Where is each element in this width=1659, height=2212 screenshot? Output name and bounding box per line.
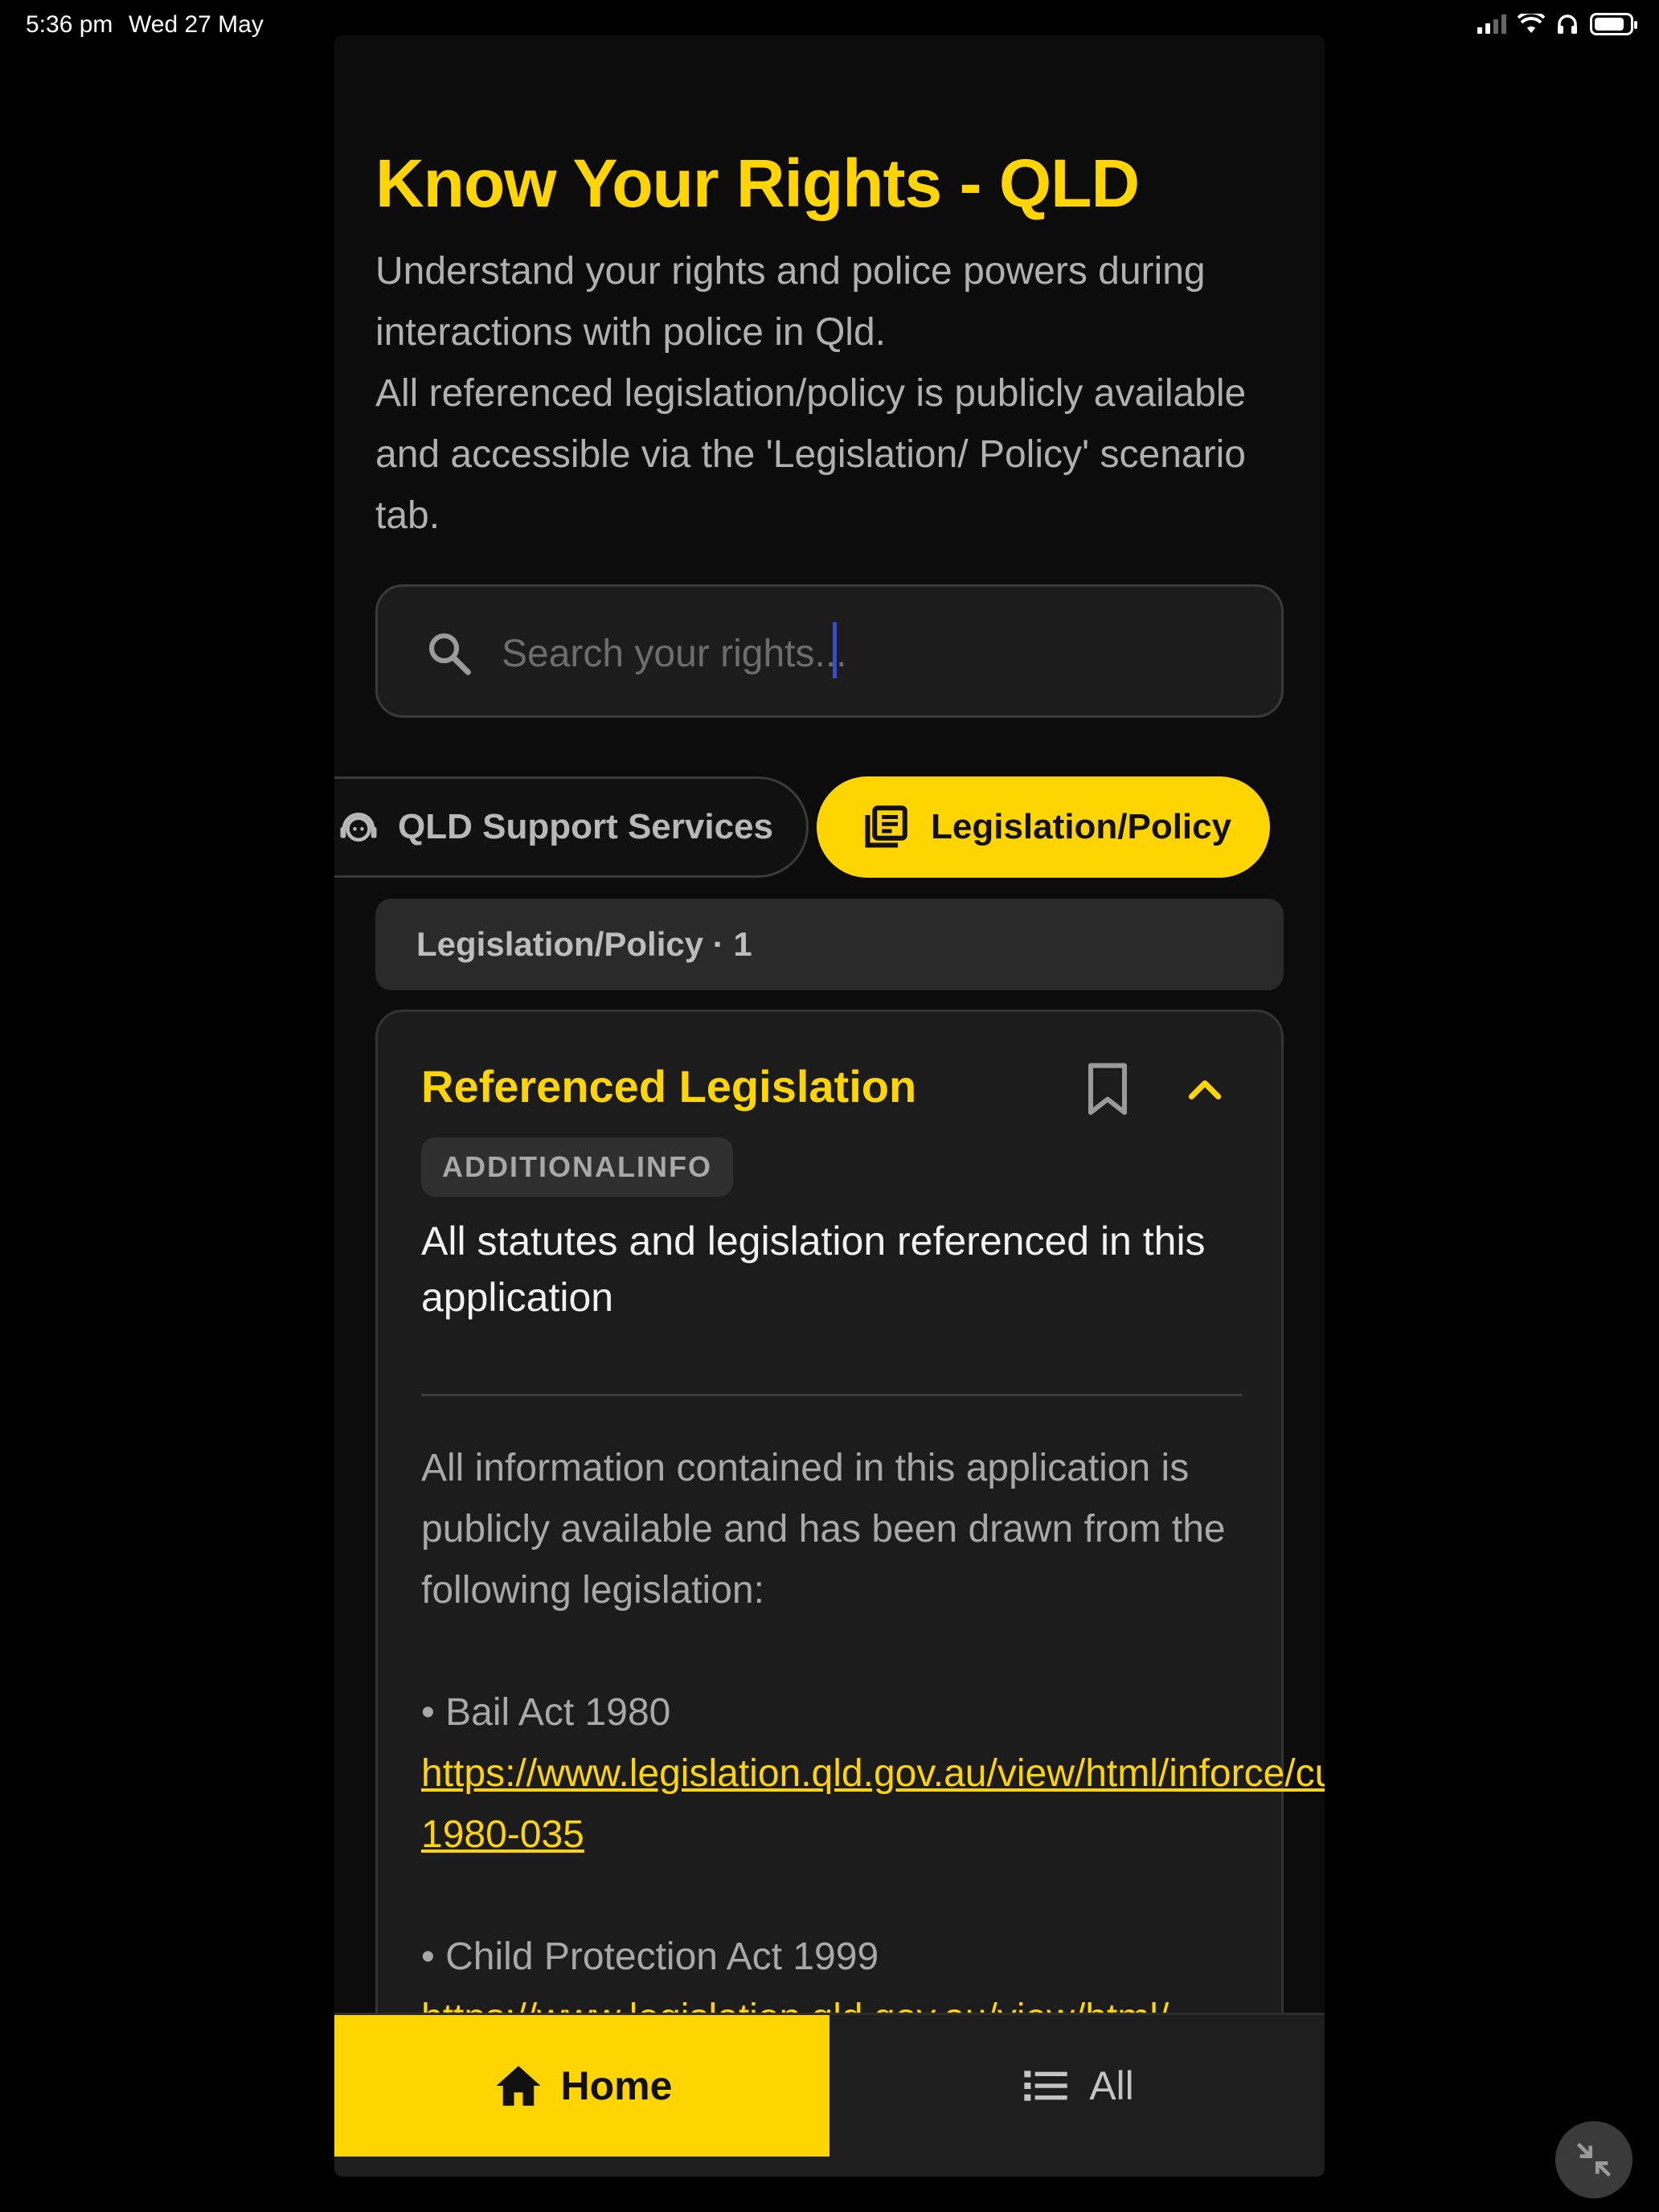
- legislation-link[interactable]: https://www.legislation.qld.gov.au/view/…: [421, 1997, 1169, 2013]
- page-description: Understand your rights and police powers…: [375, 241, 1284, 547]
- search-input[interactable]: [498, 622, 1246, 685]
- legislation-name: • Child Protection Act 1999: [421, 1936, 879, 1978]
- library-books-icon: [865, 805, 907, 848]
- card-title: Referenced Legislation: [421, 1061, 917, 1112]
- bookmark-icon[interactable]: [1085, 1062, 1130, 1118]
- category-header: Legislation/Policy · 1: [375, 899, 1284, 990]
- bottom-navigation: Home All: [334, 2013, 1325, 2177]
- nav-home-label: Home: [560, 2063, 673, 2108]
- description-line-1: Understand your rights and police powers…: [375, 250, 1206, 354]
- status-icons: [1477, 13, 1637, 35]
- search-icon: [428, 633, 471, 675]
- card-intro: All information contained in this applic…: [421, 1447, 1226, 1612]
- legislation-card: Referenced Legislation ADDITIONALINFO Al…: [375, 1010, 1325, 2013]
- collapse-arrows-icon: [1576, 2142, 1612, 2177]
- status-time: 5:36 pm: [26, 11, 113, 38]
- legislation-link[interactable]: https://www.legislation.qld.gov.au/view/…: [421, 1752, 1325, 1856]
- home-icon: [496, 2066, 541, 2106]
- category-badge: ADDITIONALINFO: [421, 1137, 733, 1197]
- battery-icon: [1590, 13, 1637, 35]
- search-box[interactable]: [375, 584, 1284, 718]
- signal-icon: [1477, 14, 1506, 34]
- app-window: Know Your Rights - QLD Understand your r…: [334, 35, 1325, 2177]
- legislation-name: • Bail Act 1980: [421, 1691, 671, 1734]
- chip-qld-support-services[interactable]: QLD Support Services: [334, 776, 809, 878]
- exit-fullscreen-button[interactable]: [1555, 2121, 1632, 2198]
- chip-label: Legislation/Policy: [931, 807, 1232, 846]
- page-title: Know Your Rights - QLD: [375, 145, 1140, 221]
- nav-all-label: All: [1089, 2063, 1134, 2108]
- headphones-icon: [1558, 14, 1577, 34]
- chip-label: QLD Support Services: [398, 807, 774, 846]
- card-body: All information contained in this applic…: [421, 1438, 1325, 2013]
- text-caret: [833, 622, 837, 678]
- nav-all-button[interactable]: All: [830, 2015, 1325, 2157]
- chevron-up-icon[interactable]: [1185, 1070, 1225, 1110]
- status-date: Wed 27 May: [129, 11, 264, 38]
- support-agent-icon: [340, 813, 377, 842]
- divider: [421, 1394, 1243, 1396]
- card-summary: All statutes and legislation referenced …: [421, 1219, 1206, 1320]
- description-line-2: All referenced legislation/policy is pub…: [375, 372, 1247, 537]
- wifi-icon: [1518, 14, 1545, 33]
- chip-legislation-policy[interactable]: Legislation/Policy: [817, 776, 1270, 878]
- nav-home-button[interactable]: Home: [334, 2015, 830, 2157]
- content-scroll[interactable]: Know Your Rights - QLD Understand your r…: [334, 35, 1325, 2013]
- list-icon: [1024, 2071, 1067, 2101]
